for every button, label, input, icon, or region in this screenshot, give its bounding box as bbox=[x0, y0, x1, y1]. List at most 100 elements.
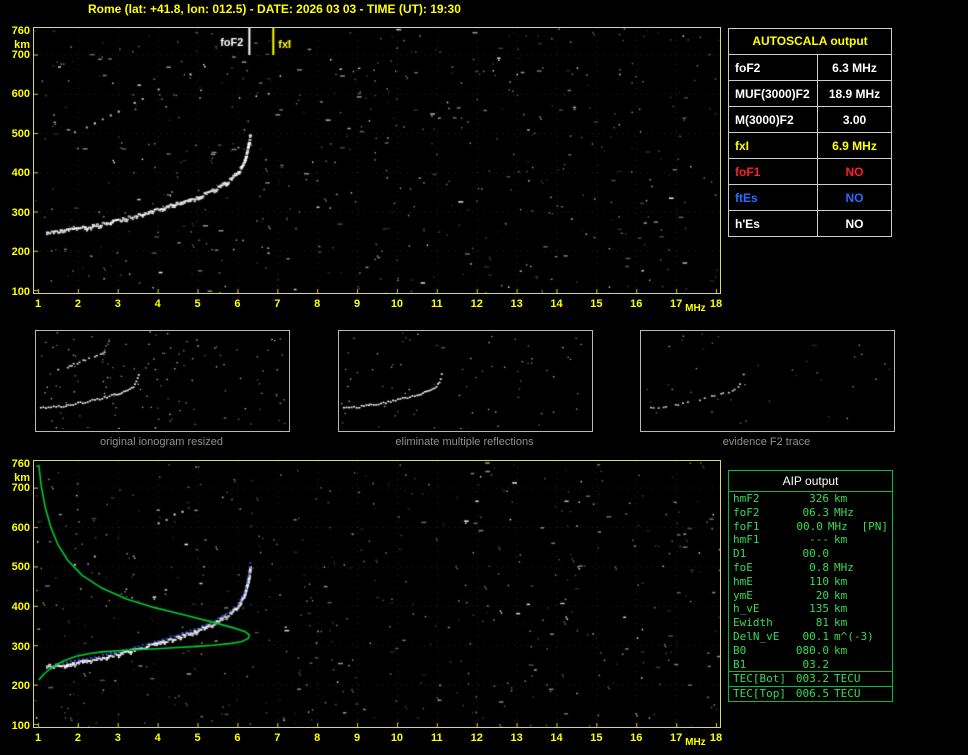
autoscala-row-fxI: fxI 6.9 MHz bbox=[729, 133, 891, 159]
aip-note bbox=[870, 630, 888, 644]
autoscala-row-value: NO bbox=[845, 164, 864, 179]
aip-unit: km bbox=[834, 616, 848, 630]
aip-value: 03.2 bbox=[802, 657, 830, 671]
aip-note bbox=[870, 672, 888, 686]
aip-unit: TECU bbox=[834, 687, 861, 701]
x-tick-10-top: 10 bbox=[390, 298, 404, 310]
x-tick-1-bottom: 1 bbox=[34, 732, 42, 744]
aip-label: TEC[Bot] bbox=[733, 672, 786, 686]
aip-table-rows: hmF2 326 km foF2 06.3 MHz foF1 00.0 MHz [PN] hmF1-… bbox=[729, 492, 892, 671]
y-tick-300-bottom: 300 bbox=[11, 640, 30, 653]
aip-value: --- bbox=[809, 533, 829, 547]
aip-note bbox=[870, 492, 888, 506]
aip-note bbox=[870, 602, 888, 616]
thumb-caption-evidence: evidence F2 trace bbox=[722, 436, 811, 448]
autoscala-row-ftEs: ftEs NO bbox=[729, 185, 891, 211]
y-tick-600-top: 600 bbox=[11, 88, 30, 101]
aip-row-DelN_vE: DelN_vE 00.1 m^(-3) bbox=[729, 630, 892, 644]
y-tick-100-bottom: 100 bbox=[11, 720, 30, 732]
aip-label: ymE bbox=[733, 588, 753, 602]
x-tick-11-top: 11 bbox=[430, 298, 443, 310]
autoscala-table-rows: foF2 6.3 MHz MUF(3000)F2 18.9 MHz M(3000)F2 3… bbox=[729, 55, 891, 236]
aip-note bbox=[870, 589, 888, 603]
aip-label: hmE bbox=[733, 574, 753, 588]
aip-row-B1: B1 03.2 bbox=[729, 658, 892, 672]
bottom-ionogram-canvas bbox=[34, 461, 720, 727]
x-tick-12-bottom: 12 bbox=[470, 732, 483, 744]
aip-note bbox=[870, 616, 888, 630]
y-tick-400-top: 400 bbox=[11, 167, 30, 180]
aip-value: 00.1 bbox=[802, 629, 830, 643]
x-tick-16-top: 16 bbox=[630, 298, 643, 310]
autoscala-row-MUF(3000)F2: MUF(3000)F2 18.9 MHz bbox=[729, 81, 891, 107]
station-date-title: Rome (lat: +41.8, lon: 012.5) - DATE: 20… bbox=[88, 2, 461, 16]
autoscala-row-label: foF1 bbox=[729, 159, 818, 184]
autoscala-row-value: NO bbox=[845, 216, 864, 231]
aip-unit: TECU bbox=[834, 672, 861, 686]
aip-unit: km bbox=[834, 588, 848, 602]
aip-output-panel: AIP output hmF2 326 km foF2 06.3 MHz foF1 00.0 M… bbox=[728, 470, 893, 702]
aip-value: 110 bbox=[809, 574, 829, 588]
autoscala-row-value: 3.00 bbox=[842, 112, 867, 127]
aip-value: 003.2 bbox=[795, 672, 829, 686]
aip-unit: MHz bbox=[834, 560, 854, 574]
x-tick-13-top: 13 bbox=[510, 298, 523, 310]
x-tick-6-bottom: 6 bbox=[234, 732, 241, 744]
x-tick-13-bottom: 13 bbox=[510, 732, 523, 744]
aip-unit: km bbox=[834, 643, 848, 657]
aip-value: 006.5 bbox=[795, 687, 829, 701]
x-tick-5-top: 5 bbox=[194, 298, 201, 310]
y-axis-unit-bottom: km bbox=[14, 472, 30, 484]
aip-label: h_vE bbox=[733, 602, 760, 616]
y-tick-200-bottom: 200 bbox=[11, 680, 30, 693]
thumb-evidence-f2-trace-canvas bbox=[641, 331, 892, 429]
y-tick-300-top: 300 bbox=[11, 206, 30, 219]
aip-note bbox=[870, 547, 888, 561]
x-tick-7-top: 7 bbox=[274, 298, 281, 310]
aip-unit bbox=[834, 547, 870, 561]
autoscala-row-foF2: foF2 6.3 MHz bbox=[729, 55, 891, 81]
aip-row-hmF2: hmF2 326 km bbox=[729, 492, 892, 506]
y-tick-100-top: 100 bbox=[11, 286, 30, 298]
autoscala-row-foF1: foF1 NO bbox=[729, 159, 891, 185]
x-tick-14-top: 14 bbox=[550, 298, 563, 310]
aip-unit: km bbox=[834, 492, 848, 505]
aip-label: D1 bbox=[733, 547, 747, 561]
x-tick-8-top: 8 bbox=[314, 298, 321, 310]
aip-row-D1: D1 00.0 bbox=[729, 547, 892, 561]
autoscala-row-label: h'Es bbox=[729, 211, 818, 236]
aip-label: hmF1 bbox=[733, 533, 760, 547]
autoscala-row-label: ftEs bbox=[729, 185, 818, 210]
aip-note bbox=[870, 658, 888, 672]
thumb-eliminate-reflections bbox=[338, 330, 593, 432]
x-tick-18-bottom: 18 bbox=[709, 732, 723, 744]
aip-note bbox=[870, 687, 888, 701]
aip-label: Ewidth bbox=[733, 616, 773, 630]
aip-value: 00.0 bbox=[796, 519, 823, 533]
x-tick-18-top: 18 bbox=[709, 298, 723, 310]
x-axis-unit-top: MHz bbox=[685, 303, 706, 314]
aip-row-hmE: hmE 110 km bbox=[729, 575, 892, 589]
thumb-original-ionogram bbox=[35, 330, 290, 432]
aip-unit: km bbox=[834, 574, 848, 588]
x-tick-16-bottom: 16 bbox=[630, 732, 643, 744]
aip-unit: km bbox=[834, 602, 848, 616]
aip-value: 81 bbox=[815, 616, 829, 630]
aip-label: hmF2 bbox=[733, 492, 760, 505]
autoscala-row-value: 6.3 MHz bbox=[832, 60, 877, 75]
aip-row-foE: foE 0.8 MHz bbox=[729, 561, 892, 575]
aip-tec-rows: TEC[Bot] 003.2 TECU TEC[Top] 006.5 TECU bbox=[729, 671, 892, 701]
aip-row-Ewidth: Ewidth 81 km bbox=[729, 616, 892, 630]
aip-panel-title: AIP output bbox=[729, 471, 892, 492]
thumb-original-ionogram-canvas bbox=[36, 331, 287, 429]
aip-unit bbox=[834, 658, 870, 672]
aip-note bbox=[870, 506, 888, 520]
y-tick-600-bottom: 600 bbox=[11, 521, 30, 534]
aip-value: 326 bbox=[809, 492, 829, 505]
x-tick-5-bottom: 5 bbox=[194, 732, 201, 744]
aip-value: 00.0 bbox=[802, 547, 830, 561]
aip-value: 06.3 bbox=[802, 505, 830, 519]
aip-label: B1 bbox=[733, 657, 747, 671]
autoscala-row-value: 18.9 MHz bbox=[828, 86, 881, 101]
aip-unit: km bbox=[834, 533, 848, 547]
